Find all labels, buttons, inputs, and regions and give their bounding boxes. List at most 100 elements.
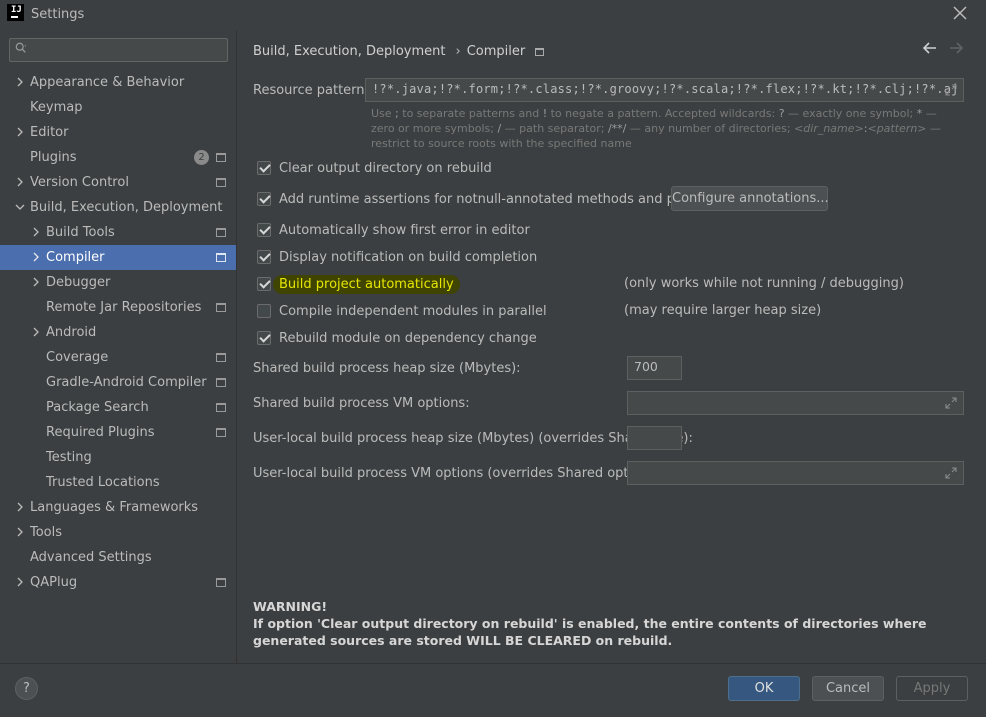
sidebar-item-label: Tools <box>30 525 63 540</box>
compile-parallel-checkbox[interactable] <box>257 304 271 318</box>
sidebar-item-label: Plugins <box>30 150 77 165</box>
local-heap-input[interactable] <box>627 426 682 450</box>
cancel-button[interactable]: Cancel <box>812 676 884 701</box>
sidebar-item-label: Editor <box>30 125 69 140</box>
breadcrumb-parent[interactable]: Build, Execution, Deployment <box>253 44 445 59</box>
sidebar-item-label: Keymap <box>30 100 83 115</box>
expand-icon[interactable] <box>945 467 957 479</box>
sidebar-item-label: Build, Execution, Deployment <box>30 200 223 215</box>
show-first-error-option[interactable]: Automatically show first error in editor <box>257 220 530 240</box>
sidebar-item-package-search[interactable]: Package Search <box>0 395 236 420</box>
sidebar-item-compiler[interactable]: Compiler <box>0 245 236 270</box>
resource-patterns-hint: Use ; to separate patterns and ! to nega… <box>371 107 942 150</box>
display-notification-checkbox[interactable] <box>257 250 271 264</box>
runtime-assertions-checkbox[interactable] <box>257 192 271 206</box>
window-title: Settings <box>31 7 85 22</box>
chevron-right-icon <box>33 327 39 337</box>
chevron-right-icon <box>33 227 39 237</box>
shared-vm-input[interactable] <box>627 391 964 415</box>
clear-output-warning: WARNING! If option 'Clear output directo… <box>253 598 973 649</box>
clear-output-option[interactable]: Clear output directory on rebuild <box>257 158 492 178</box>
dialog-footer: ? OK Cancel Apply <box>0 664 986 717</box>
show-first-error-label: Automatically show first error in editor <box>279 222 530 238</box>
sidebar-item-debugger[interactable]: Debugger <box>0 270 236 295</box>
sidebar-item-label: Trusted Locations <box>46 475 160 490</box>
help-button[interactable]: ? <box>15 677 38 700</box>
warning-title: WARNING! <box>253 599 328 614</box>
search-box[interactable] <box>9 38 228 62</box>
sidebar-item-keymap[interactable]: Keymap <box>0 95 236 120</box>
clear-output-label: Clear output directory on rebuild <box>279 160 492 176</box>
expand-icon[interactable] <box>945 84 957 96</box>
sidebar-item-label: Debugger <box>46 275 111 290</box>
sidebar-item-trusted-locations[interactable]: Trusted Locations <box>0 470 236 495</box>
sidebar-item-remote-jar-repositories[interactable]: Remote Jar Repositories <box>0 295 236 320</box>
sidebar-item-label: Testing <box>46 450 92 465</box>
configure-annotations-button[interactable]: Configure annotations... <box>671 186 829 211</box>
runtime-assertions-option[interactable]: Add runtime assertions for notnull-annot… <box>257 189 742 209</box>
local-vm-input[interactable] <box>627 461 964 485</box>
show-first-error-checkbox[interactable] <box>257 223 271 237</box>
sidebar-item-testing[interactable]: Testing <box>0 445 236 470</box>
sidebar-item-appearance-behavior[interactable]: Appearance & Behavior <box>0 70 236 95</box>
display-notification-label: Display notification on build completion <box>279 249 538 265</box>
plugins-update-badge: 2 <box>194 150 209 165</box>
chevron-right-icon <box>17 577 23 587</box>
logo-text: IJ <box>11 5 22 15</box>
chevron-right-icon <box>17 502 23 512</box>
project-level-icon <box>216 178 226 187</box>
project-level-icon <box>216 428 226 437</box>
breadcrumb-separator-icon: › <box>455 44 461 59</box>
rebuild-module-option[interactable]: Rebuild module on dependency change <box>257 328 537 348</box>
chevron-down-icon <box>15 204 25 210</box>
sidebar-item-label: Package Search <box>46 400 149 415</box>
sidebar-item-label: Advanced Settings <box>30 550 152 565</box>
warning-text: If option 'Clear output directory on reb… <box>253 616 927 648</box>
sidebar-item-label: Gradle-Android Compiler <box>46 375 207 390</box>
sidebar-item-build-tools[interactable]: Build Tools <box>0 220 236 245</box>
project-level-icon <box>216 578 226 587</box>
sidebar-item-label: Version Control <box>30 175 129 190</box>
expand-icon[interactable] <box>945 397 957 409</box>
title-bar: IJ Settings <box>0 0 986 30</box>
build-automatically-option[interactable]: Build project automatically <box>257 274 460 294</box>
search-icon <box>15 42 27 53</box>
resource-patterns-value: !?*.java;!?*.form;!?*.class;!?*.groovy;!… <box>372 82 959 96</box>
breadcrumb-current: Compiler <box>466 44 526 59</box>
compile-parallel-label: Compile independent modules in parallel <box>279 303 547 319</box>
chevron-right-icon <box>33 252 39 262</box>
sidebar-item-label: Build Tools <box>46 225 115 240</box>
clear-output-checkbox[interactable] <box>257 161 271 175</box>
sidebar-item-gradle-android-compiler[interactable]: Gradle-Android Compiler <box>0 370 236 395</box>
sidebar-item-label: Coverage <box>46 350 109 365</box>
sidebar-item-android[interactable]: Android <box>0 320 236 345</box>
sidebar-item-plugins[interactable]: Plugins 2 <box>0 145 236 170</box>
sidebar-item-languages-frameworks[interactable]: Languages & Frameworks <box>0 495 236 520</box>
sidebar-item-label: Languages & Frameworks <box>30 500 199 515</box>
build-automatically-checkbox[interactable] <box>257 277 271 291</box>
back-arrow-icon[interactable] <box>922 40 938 56</box>
search-input[interactable] <box>36 41 221 59</box>
sidebar-item-advanced-settings[interactable]: Advanced Settings <box>0 545 236 570</box>
project-level-icon <box>216 253 226 262</box>
chevron-right-icon <box>17 527 23 537</box>
apply-button[interactable]: Apply <box>896 676 968 701</box>
sidebar-item-tools[interactable]: Tools <box>0 520 236 545</box>
intellij-logo-icon: IJ <box>7 4 24 21</box>
sidebar-item-coverage[interactable]: Coverage <box>0 345 236 370</box>
settings-sidebar: Appearance & Behavior Keymap Editor Plug… <box>0 30 236 663</box>
sidebar-item-qaplug[interactable]: QAPlug <box>0 570 236 595</box>
sidebar-item-editor[interactable]: Editor <box>0 120 236 145</box>
shared-heap-input[interactable]: 700 <box>627 356 682 380</box>
compile-parallel-option[interactable]: Compile independent modules in parallel <box>257 301 547 321</box>
forward-arrow-icon[interactable] <box>948 40 964 56</box>
project-level-icon <box>216 153 226 162</box>
ok-button[interactable]: OK <box>728 676 800 701</box>
rebuild-module-checkbox[interactable] <box>257 331 271 345</box>
sidebar-item-build-execution-deployment[interactable]: Build, Execution, Deployment <box>0 195 236 220</box>
resource-patterns-input[interactable]: !?*.java;!?*.form;!?*.class;!?*.groovy;!… <box>365 78 964 102</box>
sidebar-item-version-control[interactable]: Version Control <box>0 170 236 195</box>
display-notification-option[interactable]: Display notification on build completion <box>257 247 537 267</box>
sidebar-item-required-plugins[interactable]: Required Plugins <box>0 420 236 445</box>
close-icon[interactable] <box>950 3 970 23</box>
